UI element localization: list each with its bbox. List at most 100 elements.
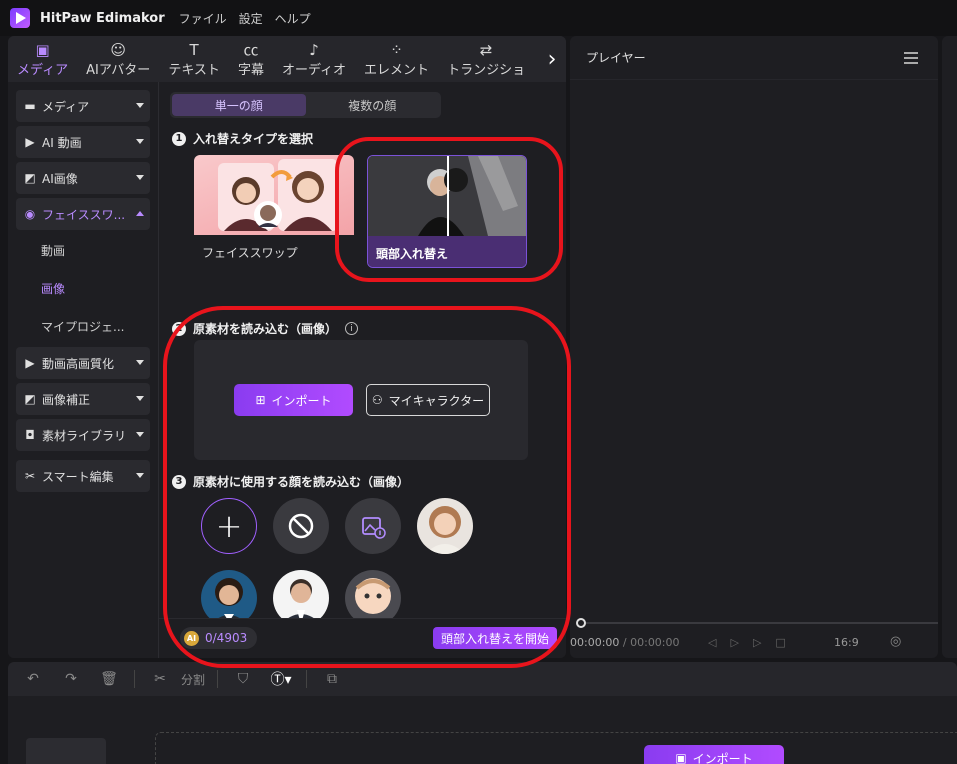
step2-heading: 2 原素材を読み込む（画像） i xyxy=(172,320,359,337)
upload-face-button[interactable] xyxy=(345,498,401,554)
chevron-down-icon xyxy=(136,175,144,180)
card-face-swap[interactable]: フェイススワップ xyxy=(194,155,354,268)
split-icon[interactable]: ✂ xyxy=(147,671,173,687)
face-option-woman[interactable] xyxy=(417,498,473,554)
sidebar-sub-video[interactable]: 動画 xyxy=(41,242,65,259)
import-button[interactable]: ⊞ インポート xyxy=(234,384,353,416)
chevron-up-icon xyxy=(136,211,144,216)
sidebar-item-library[interactable]: ◘ 素材ライブラリ xyxy=(16,419,150,451)
app-title: HitPaw Edimakor xyxy=(40,10,165,26)
credits-counter: AI 0/4903 xyxy=(180,627,258,649)
card-head-swap[interactable]: 頭部入れ替え xyxy=(367,155,527,268)
no-face-button[interactable] xyxy=(273,498,329,554)
segment-single-face[interactable]: 単一の顔 xyxy=(172,94,306,116)
toolbar-separator xyxy=(217,670,219,688)
split-label[interactable]: 分割 xyxy=(181,671,205,688)
playback-controls: ◁▷▷□ xyxy=(708,636,800,649)
face-swap-content: 単一の顔 複数の顔 1 入れ替えタイプを選択 フェイススワップ 頭部入れ替え 2… xyxy=(159,82,566,658)
player-panel: プレイヤー 00:00:00 / 00:00:00 ◁▷▷□ 16:9 ◎ xyxy=(570,36,938,658)
element-icon: ⁘ xyxy=(390,40,403,59)
sidebar: ▬ メディア ▶ AI 動画 ◩ AI画像 ◉ フェイススワ... 動画 画像 … xyxy=(8,82,158,658)
ai-video-icon: ▶ xyxy=(25,135,35,149)
marker-icon[interactable]: ⛉ xyxy=(230,671,256,687)
sidebar-item-media[interactable]: ▬ メディア xyxy=(16,90,150,122)
player-time: 00:00:00 / 00:00:00 xyxy=(570,636,680,649)
tab-subtitle[interactable]: ㏄ 字幕 xyxy=(229,36,273,82)
toolbar-separator xyxy=(134,670,135,688)
sidebar-item-image-enhance[interactable]: ◩ 画像補正 xyxy=(16,383,150,415)
menu-file[interactable]: ファイル xyxy=(179,10,227,27)
import-folder-icon: ▣ xyxy=(675,751,687,764)
next-frame-icon[interactable]: ▷ xyxy=(753,636,775,649)
ai-avatar-icon: ☺ xyxy=(110,40,127,59)
step1-heading: 1 入れ替えタイプを選択 xyxy=(172,130,313,147)
source-import-box: ⊞ インポート ⚇ マイキャラクター xyxy=(194,340,528,460)
tab-element[interactable]: ⁘ エレメント xyxy=(355,36,438,82)
player-scrub-track[interactable] xyxy=(578,622,938,624)
tab-audio[interactable]: ♪ オーディオ xyxy=(273,36,355,82)
redo-icon[interactable]: ↷ xyxy=(58,671,84,687)
export-frame-icon[interactable]: ⧉ xyxy=(319,671,345,687)
tabs-next-button[interactable]: › xyxy=(538,36,566,82)
timeline-import-button[interactable]: ▣ インポート xyxy=(644,745,784,764)
head-swap-thumbnail xyxy=(368,156,526,236)
smart-edit-icon: ✂ xyxy=(24,469,36,483)
sidebar-item-video-enhance[interactable]: ▶ 動画高画質化 xyxy=(16,347,150,379)
text-tool-icon[interactable]: Ⓣ▾ xyxy=(268,669,294,689)
sidebar-sub-my-projects[interactable]: マイプロジェ... xyxy=(41,318,124,335)
sidebar-item-smart-edit[interactable]: ✂ スマート編集 xyxy=(16,460,150,492)
my-character-button[interactable]: ⚇ マイキャラクター xyxy=(366,384,490,416)
undo-icon[interactable]: ↶ xyxy=(20,671,46,687)
card-face-swap-label: フェイススワップ xyxy=(194,235,354,268)
card-head-swap-label: 頭部入れ替え xyxy=(368,236,526,267)
sidebar-item-ai-image[interactable]: ◩ AI画像 xyxy=(16,162,150,194)
info-icon[interactable]: i xyxy=(345,322,359,335)
segment-multi-face[interactable]: 複数の顔 xyxy=(306,94,440,116)
player-header: プレイヤー xyxy=(570,36,938,80)
transition-icon: ⇄ xyxy=(479,40,493,59)
sidebar-item-ai-video[interactable]: ▶ AI 動画 xyxy=(16,126,150,158)
folder-icon: ▬ xyxy=(24,99,36,113)
video-enhance-icon: ▶ xyxy=(25,356,35,370)
library-icon: ◘ xyxy=(25,428,35,442)
import-image-icon: ⊞ xyxy=(255,393,266,407)
camera-icon[interactable]: ◎ xyxy=(890,634,901,649)
start-head-swap-button[interactable]: 頭部入れ替えを開始 xyxy=(432,627,557,649)
tab-media[interactable]: ▣ メディア xyxy=(8,36,77,82)
left-panel: ▣ メディア ☺ AIアバター T テキスト ㏄ 字幕 ♪ オーディオ ⁘ エレ… xyxy=(8,36,566,658)
audio-icon: ♪ xyxy=(309,40,319,59)
sidebar-sub-image[interactable]: 画像 xyxy=(41,280,65,297)
woman-avatar-icon xyxy=(417,498,473,554)
chevron-right-icon: › xyxy=(547,46,557,72)
head-swap-illustration-icon xyxy=(368,156,526,236)
play-icon[interactable]: ▷ xyxy=(730,636,752,649)
step2-title: 原素材を読み込む（画像） xyxy=(193,322,338,336)
add-face-button[interactable]: + xyxy=(201,498,257,554)
media-icon: ▣ xyxy=(35,40,50,59)
sidebar-item-face-swap[interactable]: ◉ フェイススワ... xyxy=(16,198,150,230)
chevron-down-icon xyxy=(136,360,144,365)
right-panel xyxy=(942,36,957,658)
step2-number: 2 xyxy=(172,321,186,336)
timeline-drop-zone[interactable] xyxy=(155,732,957,764)
toolbar-separator xyxy=(306,670,308,688)
tab-transition[interactable]: ⇄ トランジショ xyxy=(438,36,534,82)
prev-frame-icon[interactable]: ◁ xyxy=(708,636,730,649)
chevron-down-icon xyxy=(136,432,144,437)
track-header xyxy=(26,738,106,764)
step1-title: 入れ替えタイプを選択 xyxy=(193,132,314,146)
stop-icon[interactable]: □ xyxy=(775,636,799,649)
tab-ai-avatar[interactable]: ☺ AIアバター xyxy=(77,36,159,82)
chevron-down-icon xyxy=(136,473,144,478)
ban-icon xyxy=(288,513,314,539)
ai-image-icon: ◩ xyxy=(24,171,36,185)
tab-text[interactable]: T テキスト xyxy=(159,36,229,82)
delete-icon[interactable]: 🗑 xyxy=(96,671,122,687)
menu-settings[interactable]: 設定 xyxy=(239,10,263,27)
player-scrub-handle[interactable] xyxy=(576,618,586,628)
aspect-ratio-select[interactable]: 16:9 xyxy=(834,636,859,649)
chevron-down-icon xyxy=(136,396,144,401)
player-title: プレイヤー xyxy=(586,51,646,65)
player-menu-icon[interactable] xyxy=(904,52,918,67)
menu-help[interactable]: ヘルプ xyxy=(275,10,311,27)
